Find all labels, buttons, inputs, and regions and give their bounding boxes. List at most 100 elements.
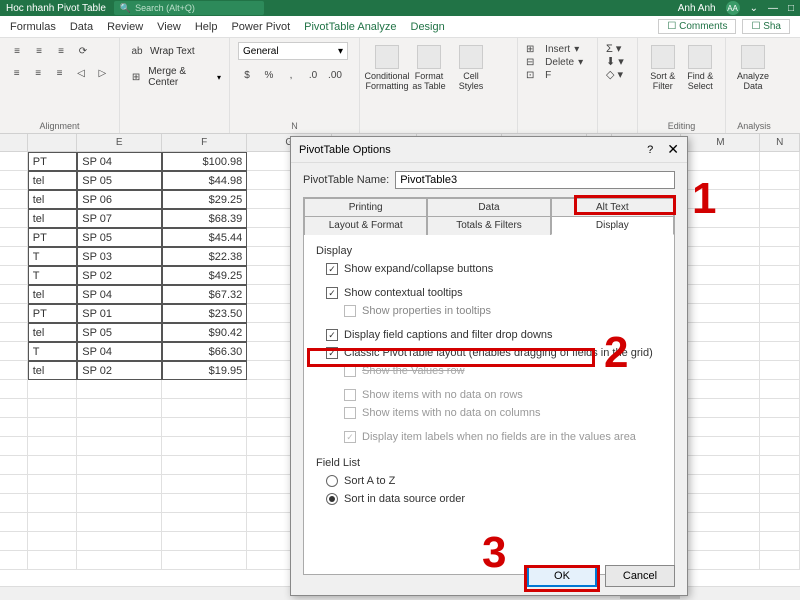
dtab-display[interactable]: Display	[551, 216, 674, 235]
cell[interactable]: $23.50	[162, 304, 247, 323]
cell[interactable]	[681, 551, 760, 570]
cell[interactable]	[760, 551, 800, 570]
cell[interactable]	[162, 456, 247, 475]
tab-help[interactable]: Help	[195, 21, 218, 33]
cell[interactable]: SP 02	[77, 266, 162, 285]
cell[interactable]: T	[28, 247, 77, 266]
percent-icon[interactable]: %	[260, 66, 278, 84]
conditional-formatting-button[interactable]: Conditional Formatting	[368, 42, 406, 94]
dtab-totals[interactable]: Totals & Filters	[427, 216, 550, 235]
cell[interactable]	[0, 437, 28, 456]
align-center-icon[interactable]: ≡	[29, 64, 46, 82]
cell[interactable]: T	[28, 266, 77, 285]
cell[interactable]	[0, 171, 28, 190]
radio-sort-source[interactable]	[326, 493, 338, 505]
cell[interactable]	[77, 437, 162, 456]
cell[interactable]	[77, 532, 162, 551]
comments-button[interactable]: ☐ Comments	[658, 19, 736, 34]
close-icon[interactable]: ✕	[667, 141, 679, 158]
cell[interactable]	[162, 437, 247, 456]
align-left-icon[interactable]: ≡	[8, 64, 25, 82]
dtab-printing[interactable]: Printing	[304, 198, 427, 216]
cell[interactable]	[0, 323, 28, 342]
cell[interactable]: tel	[28, 209, 77, 228]
cell[interactable]	[0, 475, 28, 494]
cell[interactable]	[28, 399, 77, 418]
cell[interactable]	[681, 152, 760, 171]
cell[interactable]: $68.39	[162, 209, 247, 228]
sort-filter-button[interactable]: Sort & Filter	[646, 42, 680, 94]
tab-data[interactable]: Data	[70, 21, 93, 33]
cell[interactable]: $100.98	[162, 152, 247, 171]
cell[interactable]	[681, 456, 760, 475]
cell[interactable]	[760, 152, 800, 171]
cell[interactable]	[0, 361, 28, 380]
cell[interactable]	[28, 475, 77, 494]
cell[interactable]: PT	[28, 152, 77, 171]
cell[interactable]	[760, 532, 800, 551]
cell[interactable]: tel	[28, 323, 77, 342]
cell[interactable]	[760, 418, 800, 437]
cell[interactable]	[0, 266, 28, 285]
cell[interactable]	[0, 152, 28, 171]
cell[interactable]	[760, 209, 800, 228]
radio-sort-az[interactable]	[326, 475, 338, 487]
cell[interactable]	[760, 342, 800, 361]
cell[interactable]	[0, 551, 28, 570]
cell[interactable]	[681, 323, 760, 342]
cell[interactable]	[28, 418, 77, 437]
cell[interactable]: SP 05	[77, 171, 162, 190]
cell[interactable]	[77, 475, 162, 494]
cell[interactable]	[77, 513, 162, 532]
tab-powerpivot[interactable]: Power Pivot	[231, 21, 290, 33]
format-icon[interactable]: ⊡	[526, 70, 534, 81]
cell[interactable]	[760, 285, 800, 304]
tab-review[interactable]: Review	[107, 21, 143, 33]
cell[interactable]	[681, 494, 760, 513]
cell[interactable]	[760, 513, 800, 532]
cell[interactable]	[0, 513, 28, 532]
format-as-table-button[interactable]: Format as Table	[410, 42, 448, 94]
delete-icon[interactable]: ⊟	[526, 57, 534, 68]
cell[interactable]: SP 06	[77, 190, 162, 209]
cell[interactable]	[681, 532, 760, 551]
cell[interactable]	[0, 285, 28, 304]
ribbon-mode-icon[interactable]: ⌄	[750, 3, 758, 14]
chk-expand[interactable]: ✓	[326, 263, 338, 275]
cell[interactable]	[162, 399, 247, 418]
align-bot-icon[interactable]: ≡	[52, 42, 70, 60]
cell[interactable]	[681, 266, 760, 285]
column-header[interactable]	[28, 134, 77, 152]
clear-icon[interactable]: ◇ ▾	[606, 68, 623, 81]
autosum-icon[interactable]: Σ ▾	[606, 42, 621, 55]
cell[interactable]	[760, 437, 800, 456]
maximize-icon[interactable]: □	[788, 3, 794, 14]
cell[interactable]	[681, 361, 760, 380]
cell[interactable]: SP 05	[77, 323, 162, 342]
cell[interactable]	[0, 209, 28, 228]
column-header[interactable]: M	[681, 134, 760, 152]
cell[interactable]	[681, 247, 760, 266]
tab-design[interactable]: Design	[411, 21, 445, 33]
cell[interactable]	[0, 247, 28, 266]
cell[interactable]	[77, 399, 162, 418]
cell[interactable]: SP 02	[77, 361, 162, 380]
cell[interactable]	[760, 323, 800, 342]
cell[interactable]	[760, 399, 800, 418]
align-right-icon[interactable]: ≡	[51, 64, 68, 82]
cell[interactable]	[760, 266, 800, 285]
cell[interactable]: SP 07	[77, 209, 162, 228]
comma-icon[interactable]: ,	[282, 66, 300, 84]
cell[interactable]	[162, 380, 247, 399]
cell[interactable]: PT	[28, 228, 77, 247]
tab-pivottable-analyze[interactable]: PivotTable Analyze	[304, 21, 396, 33]
cell[interactable]: $49.25	[162, 266, 247, 285]
cell[interactable]: PT	[28, 304, 77, 323]
cell[interactable]	[760, 228, 800, 247]
cell[interactable]: tel	[28, 190, 77, 209]
cell[interactable]: $19.95	[162, 361, 247, 380]
column-header[interactable]: N	[760, 134, 800, 152]
merge-icon[interactable]: ⊞	[128, 68, 144, 86]
cancel-button[interactable]: Cancel	[605, 565, 675, 587]
analyze-data-button[interactable]: Analyze Data	[734, 42, 772, 94]
